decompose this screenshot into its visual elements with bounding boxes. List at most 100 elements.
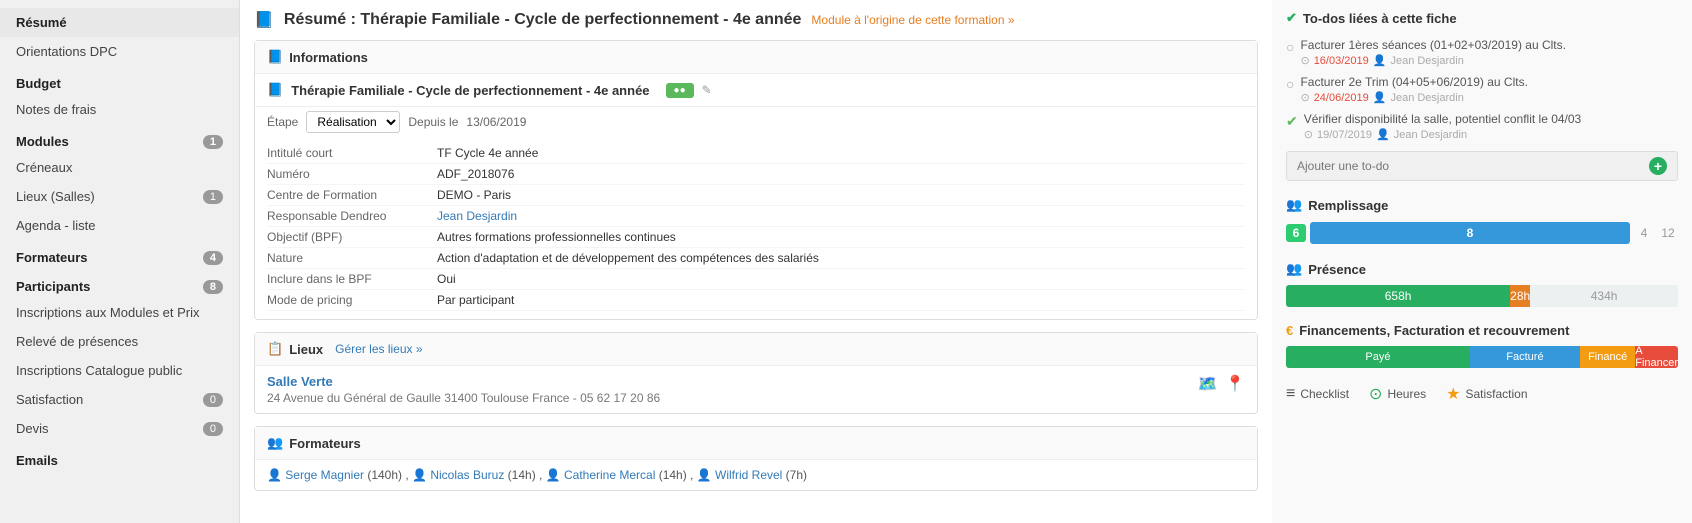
formateur-hours-2: (14h) ,	[655, 468, 696, 482]
status-badge: ●●	[666, 83, 694, 98]
formateur-hours-1: (14h) ,	[504, 468, 545, 482]
sidebar-label-inscriptions-modules: Inscriptions aux Modules et Prix	[16, 305, 200, 320]
info-label-5: Nature	[267, 251, 437, 265]
formateurs-section: 👥 Formateurs 👤 Serge Magnier (140h) , 👤 …	[254, 426, 1258, 491]
formateurs-badge: 4	[203, 251, 223, 265]
formateur-link-0[interactable]: Serge Magnier	[285, 468, 364, 482]
lieux-badge: 1	[203, 190, 223, 204]
etape-label: Étape	[267, 115, 298, 129]
sidebar-header-formateurs: Formateurs 4	[0, 240, 239, 269]
info-label-3: Responsable Dendreo	[267, 209, 437, 223]
lieu-map-icon[interactable]: 🗺️	[1198, 376, 1218, 393]
add-todo-button[interactable]: Ajouter une to-do +	[1286, 151, 1678, 181]
formation-icon: 📘	[267, 82, 283, 98]
sidebar-label-agenda-liste: Agenda - liste	[16, 218, 96, 233]
todo-meta-2: ⊙ 19/07/2019 👤 Jean Desjardin	[1304, 128, 1582, 141]
lieu-item-0: Salle Verte 24 Avenue du Général de Gaul…	[255, 366, 1257, 413]
sidebar-item-releve-presences[interactable]: Relevé de présences	[0, 327, 239, 356]
formateur-icon-2: 👤	[546, 468, 564, 482]
lieu-address-0: 24 Avenue du Général de Gaulle 31400 Tou…	[267, 391, 660, 405]
formateurs-title: Formateurs	[289, 436, 361, 451]
sidebar-item-resume[interactable]: Résumé	[0, 8, 239, 37]
etape-select[interactable]: Réalisation	[306, 111, 400, 133]
edit-icon[interactable]: ✎	[702, 83, 712, 97]
informations-header: 📘 Informations	[255, 41, 1257, 74]
remplissage-icon: 👥	[1286, 197, 1302, 213]
lieux-title: Lieux	[289, 342, 323, 357]
presence-gray: 434h	[1530, 285, 1678, 307]
info-label-1: Numéro	[267, 167, 437, 181]
todo-text-0: Facturer 1ères séances (01+02+03/2019) a…	[1300, 38, 1566, 52]
sidebar-label-resume: Résumé	[16, 15, 67, 30]
formateur-link-1[interactable]: Nicolas Buruz	[430, 468, 504, 482]
presence-section: 👥 Présence 658h 28h 434h	[1286, 261, 1678, 307]
sidebar-label-creneaux: Créneaux	[16, 160, 72, 175]
finance-section: € Financements, Facturation et recouvrem…	[1286, 323, 1678, 368]
presence-green: 658h	[1286, 285, 1510, 307]
remplissage-left-value: 6	[1286, 224, 1306, 242]
sidebar-label-orientations-dpc: Orientations DPC	[16, 44, 117, 59]
sidebar-item-inscriptions-modules[interactable]: Inscriptions aux Modules et Prix	[0, 298, 239, 327]
info-value-3[interactable]: Jean Desjardin	[437, 209, 1245, 223]
lieu-name-0[interactable]: Salle Verte	[267, 374, 660, 389]
lieu-location-icon[interactable]: 📍	[1225, 376, 1245, 393]
todo-meta-0: ⊙ 16/03/2019 👤 Jean Desjardin	[1300, 54, 1566, 67]
todo-date-1: 24/06/2019	[1314, 92, 1369, 104]
depuis-value: 13/06/2019	[466, 115, 526, 129]
presence-icon: 👥	[1286, 261, 1302, 277]
page-icon: 📘	[254, 10, 274, 30]
info-label-2: Centre de Formation	[267, 188, 437, 202]
info-label-6: Inclure dans le BPF	[267, 272, 437, 286]
todo-item-2: ✔ Vérifier disponibilité la salle, poten…	[1286, 108, 1678, 145]
sidebar-item-lieux-salles[interactable]: Lieux (Salles) 1	[0, 182, 239, 211]
add-todo-plus-icon: +	[1649, 157, 1667, 175]
todo-text-2: Vérifier disponibilité la salle, potenti…	[1304, 112, 1582, 126]
formateur-link-2[interactable]: Catherine Mercal	[564, 468, 655, 482]
info-label-0: Intitulé court	[267, 146, 437, 160]
remplissage-bar: 6 8 4 12	[1286, 221, 1678, 245]
finance-paye: Payé	[1286, 346, 1470, 368]
todos-check-icon: ✔	[1286, 10, 1297, 26]
sidebar-item-agenda-liste[interactable]: Agenda - liste	[0, 211, 239, 240]
sidebar-item-devis[interactable]: Devis 0	[0, 414, 239, 443]
formateur-icon-0: 👤	[267, 468, 285, 482]
todo-person-icon-2: 👤	[1376, 128, 1390, 141]
sidebar-item-creneaux[interactable]: Créneaux	[0, 153, 239, 182]
sidebar-item-notes-frais[interactable]: Notes de frais	[0, 95, 239, 124]
formation-title-row: 📘 Thérapie Familiale - Cycle de perfecti…	[255, 74, 1257, 107]
todo-text-1: Facturer 2e Trim (04+05+06/2019) au Clts…	[1300, 75, 1527, 89]
todo-item-1: ○ Facturer 2e Trim (04+05+06/2019) au Cl…	[1286, 71, 1678, 108]
lieu-icons-0: 🗺️ 📍	[1198, 374, 1245, 394]
main-content: 📘 Résumé : Thérapie Familiale - Cycle de…	[240, 0, 1272, 523]
info-value-2: DEMO - Paris	[437, 188, 1245, 202]
info-row-4: Objectif (BPF) Autres formations profess…	[267, 227, 1245, 248]
info-label-7: Mode de pricing	[267, 293, 437, 307]
etape-row: Étape Réalisation Depuis le 13/06/2019	[255, 107, 1257, 135]
formateur-icon-1: 👤	[412, 468, 430, 482]
todo-person-icon-0: 👤	[1373, 54, 1387, 67]
formateurs-icon: 👥	[267, 435, 283, 451]
module-link[interactable]: Module à l'origine de cette formation »	[811, 13, 1014, 27]
todo-check-1: ○	[1286, 76, 1294, 92]
lieux-manage-link[interactable]: Gérer les lieux »	[335, 342, 422, 356]
sidebar-item-inscriptions-catalogue[interactable]: Inscriptions Catalogue public	[0, 356, 239, 385]
info-row-2: Centre de Formation DEMO - Paris	[267, 185, 1245, 206]
formateur-link-3[interactable]: Wilfrid Revel	[715, 468, 782, 482]
info-row-6: Inclure dans le BPF Oui	[267, 269, 1245, 290]
sidebar-header-emails: Emails	[0, 443, 239, 472]
todo-person-1: Jean Desjardin	[1390, 92, 1463, 104]
todo-person-icon-1: 👤	[1373, 91, 1387, 104]
todo-check-0: ○	[1286, 39, 1294, 55]
informations-section: 📘 Informations 📘 Thérapie Familiale - Cy…	[254, 40, 1258, 320]
bottom-checklist: ≡ Checklist	[1286, 384, 1349, 404]
sidebar-label-satisfaction: Satisfaction	[16, 392, 83, 407]
add-todo-label: Ajouter une to-do	[1297, 159, 1389, 173]
finance-facture: Facturé	[1470, 346, 1580, 368]
heures-icon: ⊙	[1369, 384, 1382, 404]
sidebar-header-participants: Participants 8	[0, 269, 239, 298]
presence-bar: 658h 28h 434h	[1286, 285, 1678, 307]
info-row-7: Mode de pricing Par participant	[267, 290, 1245, 311]
info-value-4: Autres formations professionnelles conti…	[437, 230, 1245, 244]
sidebar-item-orientations-dpc[interactable]: Orientations DPC	[0, 37, 239, 66]
sidebar-item-satisfaction[interactable]: Satisfaction 0	[0, 385, 239, 414]
